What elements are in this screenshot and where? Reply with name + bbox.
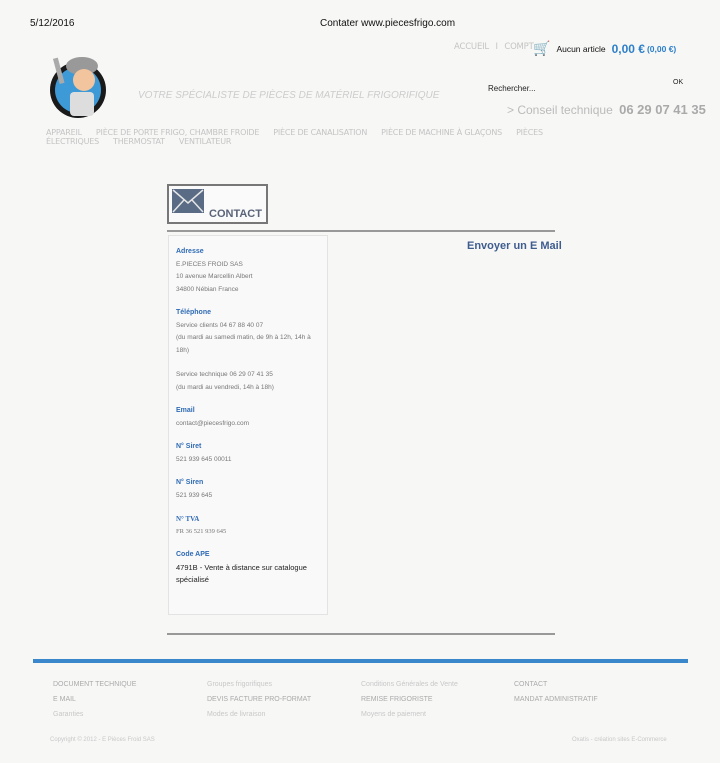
telephone-label: Téléphone [176,309,212,316]
footer-col-2: Groupes frigorifiques DEVIS FACTURE PRO-F… [207,677,311,722]
search-ok-button[interactable]: OK [673,79,683,86]
tva-label: N° TVA [176,515,200,523]
cart-icon: 🛒 [533,40,551,56]
email-label: Email [176,407,195,414]
conseil-phone: 06 29 07 41 35 [619,102,706,117]
footer-col-3: Conditions Générales de Vente REMISE FRIG… [361,677,458,722]
nav-ventilateur[interactable]: VENTILATEUR [179,137,232,146]
print-title: Contater www.piecesfrigo.com [320,18,456,29]
send-email-heading[interactable]: Envoyer un E Mail [467,240,562,252]
siren-label: N° Siren [176,479,204,486]
footer-link[interactable]: Moyens de paiement [361,707,458,722]
footer-col-4: CONTACT MANDAT ADMINISTRATIF [514,677,598,707]
ape-value: 4791B - Vente à distance sur catalogue s… [176,562,307,585]
footer-link[interactable]: CONTACT [514,677,598,692]
accueil-link[interactable]: ACCUEIL [454,42,489,52]
tva-value: FR 36 521 939 645 [176,527,227,535]
footer-link[interactable]: REMISE FRIGORISTE [361,692,458,707]
cart[interactable]: 🛒 Aucun article 0,00 € (0,00 €) [533,40,676,57]
adresse-label: Adresse [176,248,204,255]
phone-hours: (du mardi au vendredi, 14h à 18h) [176,383,274,391]
footer-link[interactable]: DEVIS FACTURE PRO-FORMAT [207,692,311,707]
separator: I [495,42,499,52]
email-value[interactable]: contact@piecesfrigo.com [176,418,320,431]
nav-canalisation[interactable]: PIÈCE DE CANALISATION [273,128,367,137]
main-nav: APPAREIL PIÈCE DE PORTE FRIGO, CHAMBRE FR… [46,128,720,146]
siret-value: 521 939 645 00011 [176,455,232,463]
ape-label: Code APE [176,551,210,558]
cart-total-ttc: (0,00 €) [646,43,677,54]
siret-label: N° Siret [176,443,202,450]
conseil-label: > Conseil technique [507,103,613,117]
copyright: Copyright © 2012 - E Pièces Froid SAS [50,737,155,743]
footer-link[interactable]: Garanties [53,707,136,722]
footer-link[interactable]: E MAIL [53,692,136,707]
phone-line: Service clients 04 67 88 40 07 [176,321,264,329]
print-date: 5/12/2016 [30,18,75,29]
mascot-logo-icon [50,57,106,118]
contact-title-box: CONTACT [167,184,268,224]
nav-glacons[interactable]: PIÈCE DE MACHINE À GLAÇONS [381,128,502,137]
nav-thermostat[interactable]: THERMOSTAT [113,137,165,146]
envelope-icon [172,189,204,213]
cart-label: Aucun article [556,43,606,54]
page-title: CONTACT [209,208,262,220]
footer-link[interactable]: DOCUMENT TECHNIQUE [53,677,136,692]
footer-link[interactable]: Conditions Générales de Vente [361,677,458,692]
logo[interactable] [46,48,114,122]
divider-top [167,230,555,232]
tagline: VOTRE SPÉCIALISTE DE PIÈCES DE MATÉRIEL … [138,90,440,101]
compte-link[interactable]: COMPT [504,42,533,52]
siren-value: 521 939 645 [176,491,213,499]
contact-info-panel: Adresse E.PIECES FROID SAS 10 avenue Marc… [168,235,328,615]
adresse-line: E.PIECES FROID SAS [176,260,243,268]
footer-bar [33,659,688,663]
phone-line: Service technique 06 29 07 41 35 [176,371,273,378]
cart-total: 0,00 € [611,41,645,56]
nav-appareil[interactable]: APPAREIL [46,128,82,137]
phone-hours: (du mardi au samedi matin, de 9h à 12h, … [176,334,311,354]
adresse-line: 34800 Nébian France [176,285,239,293]
footer-link[interactable]: Modes de livraison [207,707,311,722]
footer-link[interactable]: Groupes frigorifiques [207,677,311,692]
adresse-line: 10 avenue Marcellin Albert [176,273,253,280]
nav-porte[interactable]: PIÈCE DE PORTE FRIGO, CHAMBRE FROIDE [96,128,260,137]
divider-bottom [167,633,555,635]
footer-col-1: DOCUMENT TECHNIQUE E MAIL Garanties [53,677,136,722]
credit-link[interactable]: Oxatis - création sites E-Commerce [572,733,667,748]
footer-link[interactable]: MANDAT ADMINISTRATIF [514,692,598,707]
search-input[interactable]: Rechercher... [488,78,688,93]
